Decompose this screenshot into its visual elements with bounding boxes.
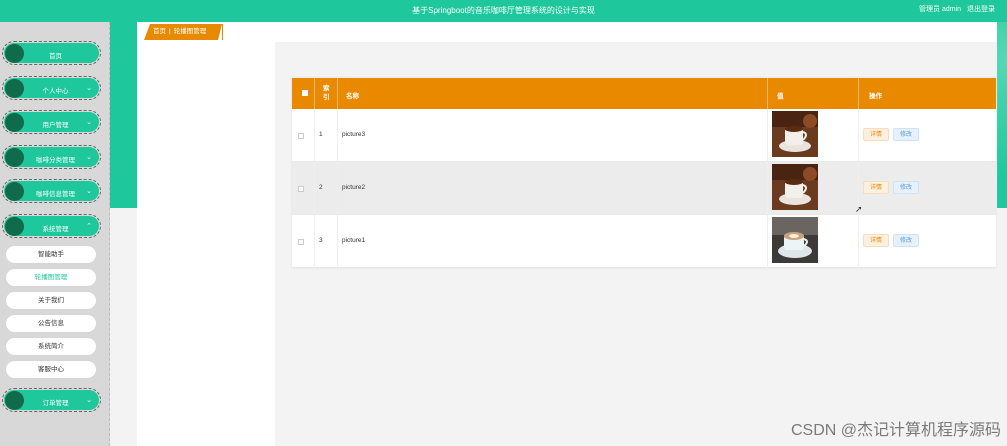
table-row: 3 picture1 详情 修改: [292, 215, 996, 268]
user-area: 管理员 admin 退出登录: [915, 4, 995, 14]
sidebar-item-coffee-info[interactable]: 咖啡信息管理 ⌄: [2, 179, 101, 203]
menu-dot-icon: [5, 391, 24, 410]
row-index: 1: [319, 131, 323, 138]
mouse-cursor-icon: ➚: [855, 204, 863, 214]
header-select-all[interactable]: [292, 78, 315, 109]
sidebar-subitem-assistant[interactable]: 智能助手: [6, 246, 96, 263]
sidebar-item-system-management[interactable]: 系统管理 ⌃: [2, 214, 101, 238]
row-name: picture1: [342, 237, 366, 244]
detail-button[interactable]: 详情: [863, 128, 890, 141]
sidebar-item-label: 系统管理: [42, 226, 69, 233]
breadcrumb-bar: 首页 | 轮播图管理: [137, 22, 997, 42]
header-actions: 操作: [869, 93, 882, 100]
sidebar-subitem-about-us[interactable]: 关于我们: [6, 292, 96, 309]
chevron-down-icon: ⌄: [86, 85, 92, 92]
row-name: picture3: [342, 131, 366, 138]
sidebar-item-label: 首页: [49, 53, 62, 60]
coffee-cup-image: [772, 164, 818, 210]
menu-dot-icon: [5, 182, 24, 201]
sidebar-subitem-customer-service[interactable]: 客服中心: [6, 361, 96, 378]
breadcrumb-current: 轮播图管理: [173, 28, 207, 35]
carousel-table: 索引 名称 值 操作 1 picture3 详情 修改 2 picture2 详…: [292, 78, 996, 268]
content-left-panel: [137, 42, 275, 446]
logout-link[interactable]: 退出登录: [967, 6, 995, 13]
edit-button[interactable]: 修改: [893, 234, 920, 247]
sidebar-subitem-system-intro[interactable]: 系统简介: [6, 338, 96, 355]
sidebar-item-label: 用户管理: [42, 122, 69, 129]
chevron-down-icon: ⌄: [86, 397, 92, 404]
breadcrumb-home[interactable]: 首页: [153, 28, 166, 35]
row-name: picture2: [342, 184, 366, 191]
select-all-checkbox[interactable]: [302, 90, 308, 96]
edit-button[interactable]: 修改: [893, 128, 920, 141]
sidebar-subitem-announcements[interactable]: 公告信息: [6, 315, 96, 332]
sidebar-item-label: 咖啡分类管理: [36, 157, 75, 164]
sidebar: 首页 个人中心 ⌄ 用户管理 ⌄ 咖啡分类管理 ⌄ 咖啡信息管理 ⌄ 系统管理 …: [0, 22, 110, 446]
detail-button[interactable]: 详情: [863, 181, 890, 194]
sidebar-item-label: 咖啡信息管理: [36, 191, 75, 198]
row-index: 3: [319, 237, 323, 244]
app-title: 基于Springboot的音乐咖啡厅管理系统的设计与实现: [412, 6, 595, 15]
sidebar-item-home[interactable]: 首页: [2, 41, 101, 65]
header-index: 索引: [315, 78, 338, 109]
detail-button[interactable]: 详情: [863, 234, 890, 247]
sidebar-item-personal-center[interactable]: 个人中心 ⌄: [2, 76, 101, 100]
row-checkbox[interactable]: [298, 239, 304, 245]
menu-dot-icon: [5, 44, 24, 63]
menu-dot-icon: [5, 217, 24, 236]
breadcrumb: 首页 | 轮播图管理: [144, 24, 222, 40]
sidebar-item-label: 订单管理: [42, 400, 69, 407]
user-role: 管理员 admin: [919, 6, 962, 13]
chevron-down-icon: ⌄: [86, 154, 92, 161]
chevron-down-icon: ⌄: [86, 188, 92, 195]
breadcrumb-separator: |: [169, 28, 171, 35]
table-header: 索引 名称 值 操作: [292, 78, 996, 109]
sidebar-item-user-management[interactable]: 用户管理 ⌄: [2, 110, 101, 134]
header-name: 名称: [338, 78, 768, 109]
row-checkbox[interactable]: [298, 133, 304, 139]
edit-button[interactable]: 修改: [893, 181, 920, 194]
top-bar: 基于Springboot的音乐咖啡厅管理系统的设计与实现 管理员 admin 退…: [0, 0, 1007, 22]
table-row: 2 picture2 详情 修改: [292, 162, 996, 215]
coffee-cup-image: [772, 111, 818, 157]
watermark: CSDN @杰记计算机程序源码: [790, 422, 1001, 439]
sidebar-subitem-carousel[interactable]: 轮播图管理: [6, 269, 96, 286]
menu-dot-icon: [5, 148, 24, 167]
latte-cup-image: [772, 217, 818, 263]
menu-dot-icon: [5, 79, 24, 98]
chevron-up-icon: ⌃: [86, 223, 92, 230]
sidebar-item-order-management[interactable]: 订单管理 ⌄: [2, 388, 101, 412]
header-value: 值: [768, 78, 859, 109]
row-checkbox[interactable]: [298, 186, 304, 192]
menu-dot-icon: [5, 113, 24, 132]
sidebar-item-label: 个人中心: [42, 88, 69, 95]
chevron-down-icon: ⌄: [86, 119, 92, 126]
table-row: 1 picture3 详情 修改: [292, 109, 996, 162]
sidebar-item-coffee-category[interactable]: 咖啡分类管理 ⌄: [2, 145, 101, 169]
row-index: 2: [319, 184, 323, 191]
